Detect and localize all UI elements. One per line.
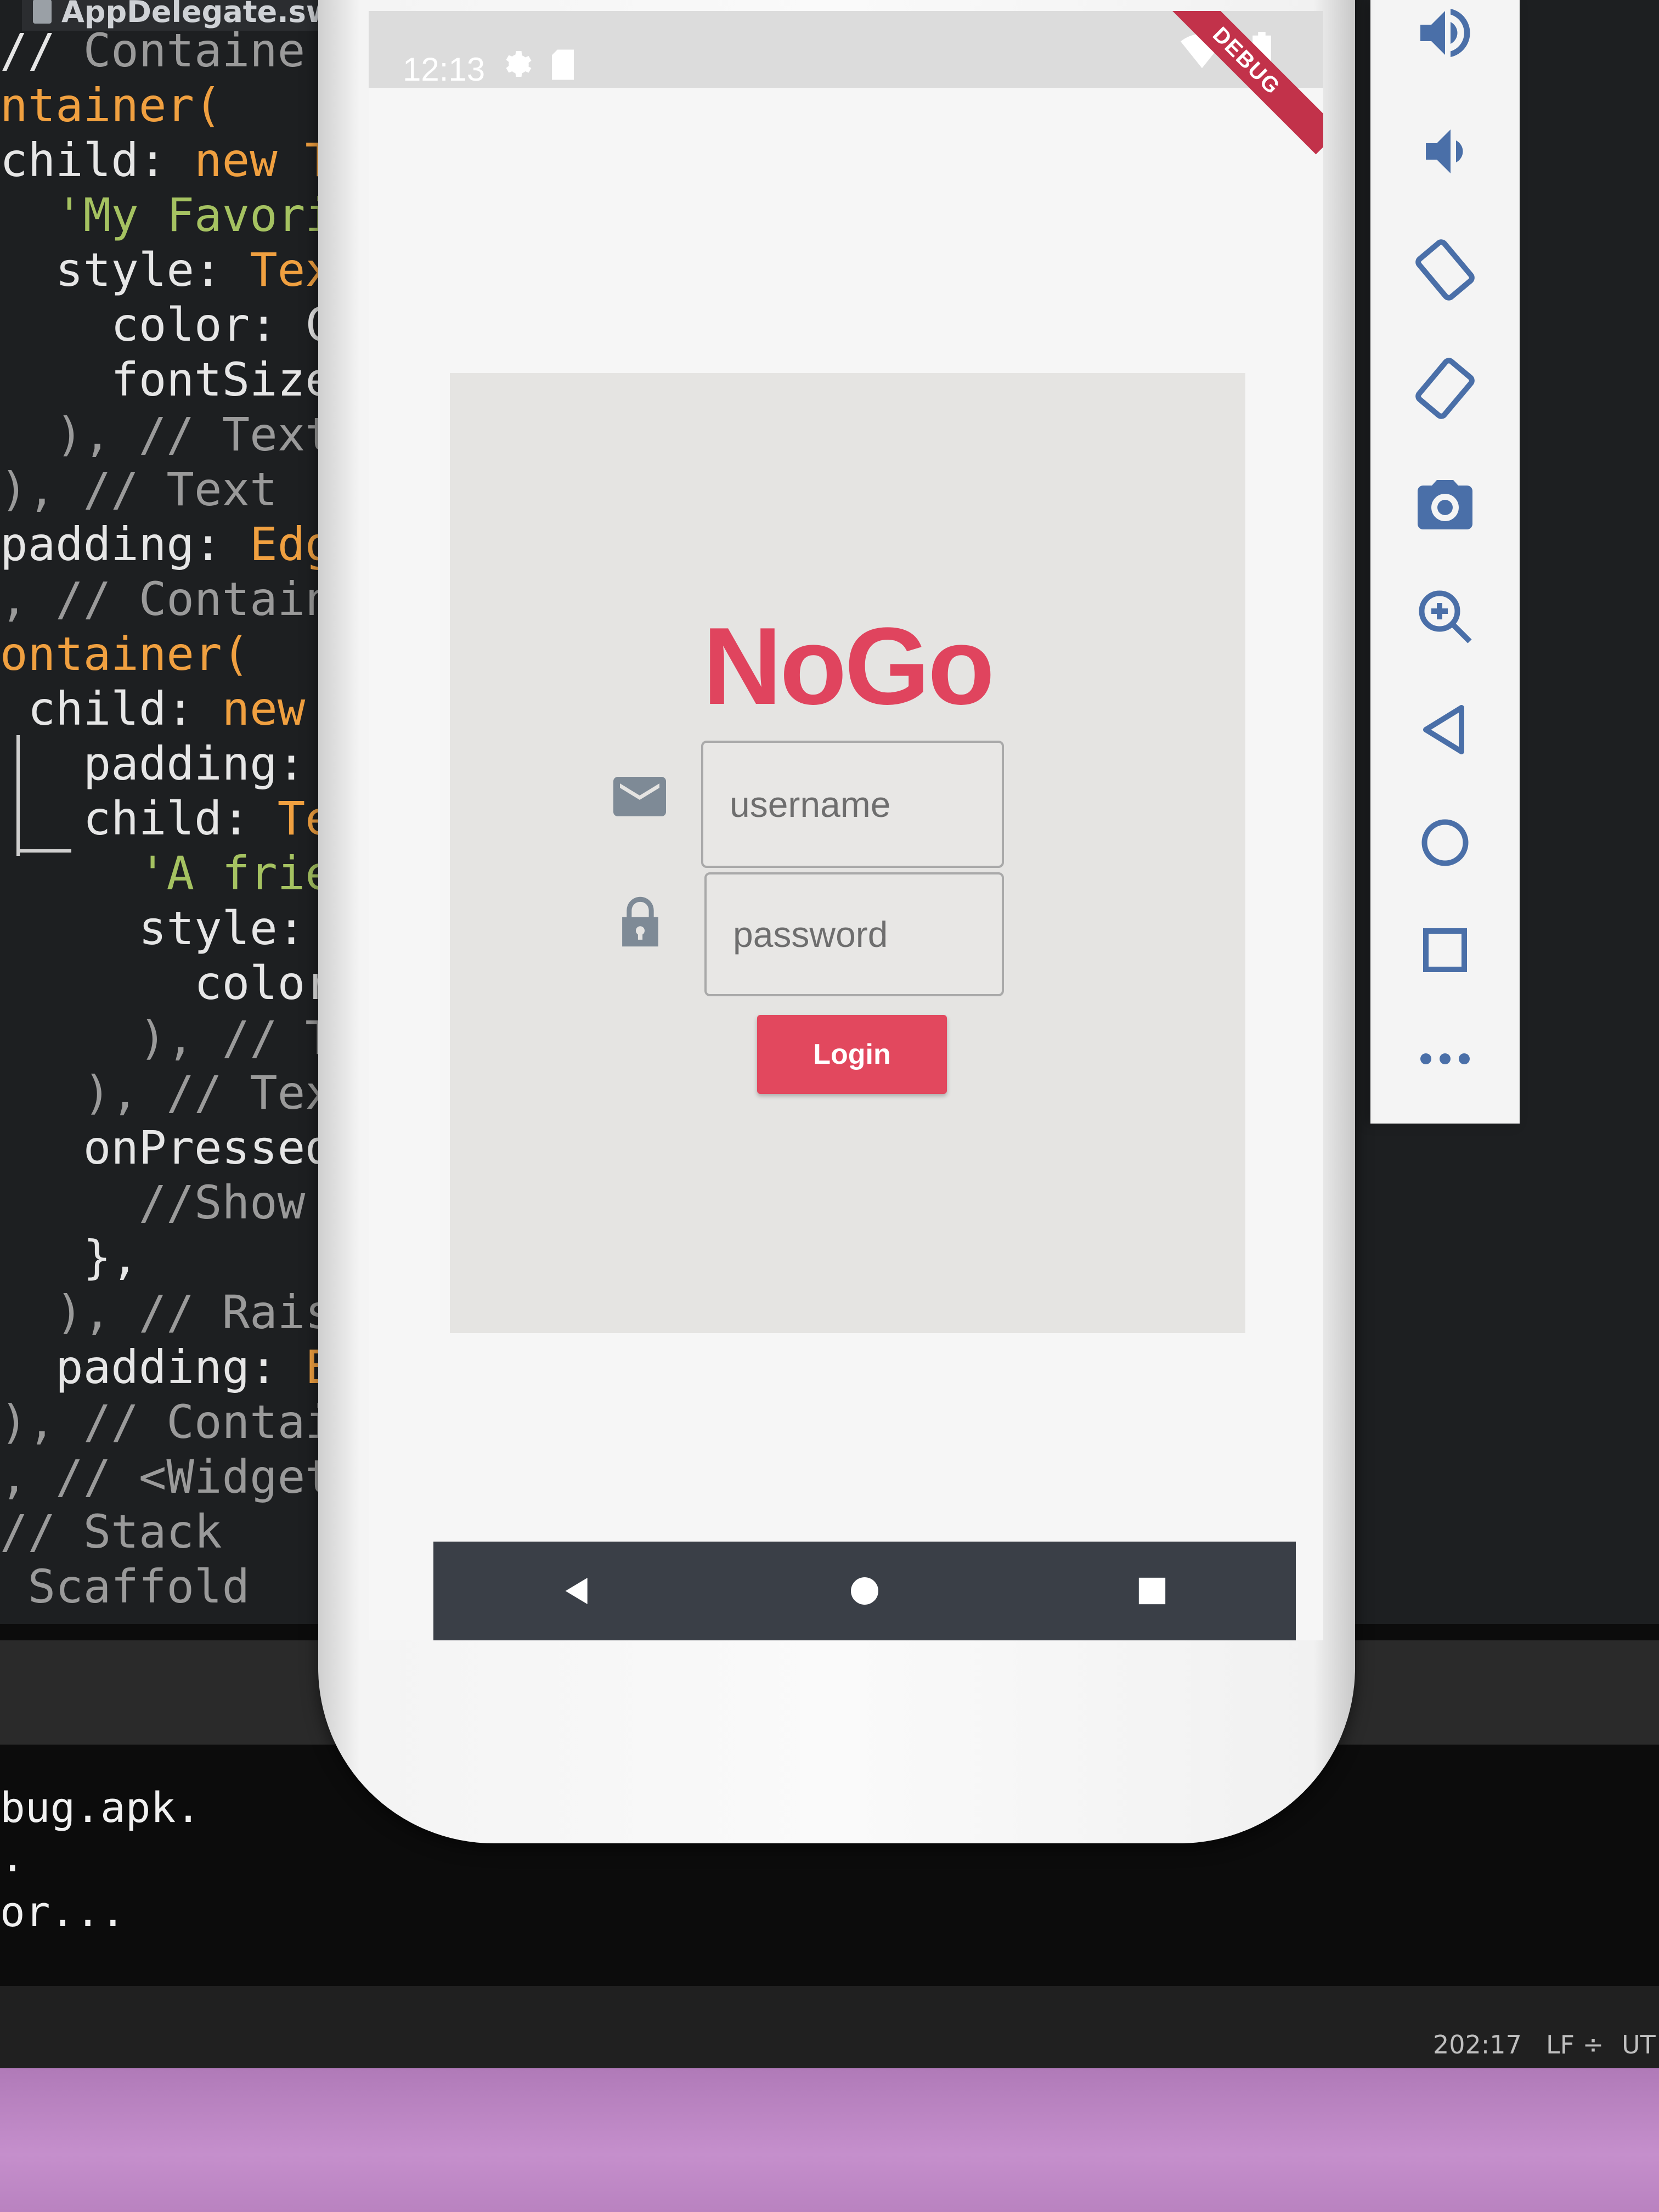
desk-surface bbox=[0, 2068, 1659, 2212]
code-line: Scaffold bbox=[27, 1560, 250, 1613]
indent-guide bbox=[16, 735, 20, 856]
code-line: // Containe bbox=[0, 24, 306, 77]
code-line: ontainer( bbox=[0, 627, 250, 681]
rotate-right-button[interactable] bbox=[1370, 345, 1520, 432]
code-line: fontSize bbox=[111, 353, 333, 407]
code-line: color: bbox=[194, 956, 361, 1010]
code-line: //Show f bbox=[138, 1176, 361, 1229]
volume-up-icon bbox=[1420, 9, 1470, 58]
volume-up-button[interactable] bbox=[1370, 0, 1520, 77]
terminal-line: bug.apk. bbox=[0, 1783, 201, 1832]
status-time: 12:13 bbox=[403, 51, 486, 88]
code-line: color: C bbox=[111, 298, 333, 352]
nav-home-button[interactable] bbox=[843, 1569, 887, 1613]
username-field[interactable] bbox=[701, 741, 1004, 868]
more-dots-icon bbox=[1420, 1053, 1470, 1064]
sd-card-icon bbox=[552, 49, 574, 80]
debug-banner: DEBUG bbox=[1153, 11, 1323, 155]
code-line: style: Tex bbox=[55, 243, 333, 297]
terminal-line: . bbox=[0, 1832, 25, 1881]
terminal-line: or... bbox=[0, 1887, 126, 1936]
camera-icon bbox=[1418, 480, 1472, 529]
lock-icon bbox=[622, 896, 658, 947]
indent-guide-tick bbox=[16, 849, 71, 853]
zoom-in-icon bbox=[1419, 590, 1472, 644]
back-triangle-icon bbox=[565, 1578, 588, 1604]
code-line: ntainer( bbox=[0, 78, 222, 132]
login-button[interactable]: Login bbox=[757, 1015, 947, 1094]
code-line: }, bbox=[83, 1231, 139, 1284]
back-triangle-icon bbox=[1423, 705, 1464, 754]
volume-down-button[interactable] bbox=[1370, 108, 1520, 195]
volume-down-icon bbox=[1426, 129, 1463, 173]
cursor-position[interactable]: 202:17 bbox=[1433, 2030, 1522, 2059]
line-ending[interactable]: LF ÷ bbox=[1546, 2030, 1604, 2059]
code-line: ), // Text bbox=[55, 408, 333, 461]
code-line: ), // Te bbox=[138, 1011, 361, 1065]
emulator-home-button[interactable] bbox=[1370, 799, 1520, 887]
phone-screen: 12:13 DEBUG NoGo Login bbox=[369, 11, 1323, 1640]
home-circle-icon bbox=[1421, 819, 1469, 866]
emulator-toolbar bbox=[1370, 0, 1520, 1124]
settings-gear-icon bbox=[506, 51, 532, 77]
code-line: padding: Edg bbox=[0, 517, 333, 571]
emulator-overview-button[interactable] bbox=[1370, 906, 1520, 994]
code-line: ), // Text bbox=[83, 1066, 361, 1120]
android-nav-bar bbox=[433, 1542, 1296, 1640]
code-line: 'My Favori bbox=[55, 188, 333, 242]
more-options-button[interactable] bbox=[1370, 1015, 1520, 1103]
code-line: , // Containe bbox=[0, 572, 361, 626]
app-title: NoGo bbox=[702, 605, 995, 727]
code-line: style: T bbox=[138, 901, 361, 955]
code-line: child: new R bbox=[27, 682, 361, 736]
file-encoding[interactable]: UT bbox=[1622, 2030, 1656, 2059]
code-line: onPressed: bbox=[83, 1121, 361, 1175]
code-line: // Stack bbox=[0, 1505, 222, 1559]
rotate-left-button[interactable] bbox=[1370, 226, 1520, 314]
code-line: ), // Text bbox=[0, 462, 278, 516]
rotate-right-icon bbox=[1415, 358, 1475, 419]
password-field[interactable] bbox=[704, 872, 1004, 996]
login-card: NoGo Login bbox=[450, 373, 1245, 1333]
nav-overview-button[interactable] bbox=[1130, 1569, 1174, 1613]
zoom-button[interactable] bbox=[1370, 573, 1520, 661]
screenshot-button[interactable] bbox=[1370, 461, 1520, 549]
code-line: child: new T bbox=[0, 133, 333, 187]
code-line: child: Tex bbox=[83, 792, 361, 845]
rotate-left-icon bbox=[1415, 239, 1475, 301]
nav-back-button[interactable] bbox=[555, 1569, 599, 1613]
code-line: 'A frien bbox=[138, 847, 361, 900]
overview-square-icon bbox=[1423, 928, 1467, 972]
file-icon bbox=[33, 0, 52, 24]
code-line: padding: E bbox=[83, 737, 361, 791]
android-status-bar: 12:13 DEBUG bbox=[369, 11, 1323, 155]
emulator-back-button[interactable] bbox=[1370, 686, 1520, 774]
home-circle-icon bbox=[851, 1577, 878, 1605]
overview-square-icon bbox=[1138, 1577, 1166, 1605]
ide-status-bar: 202:17 LF ÷ UT bbox=[0, 1986, 1659, 2068]
email-envelope-icon bbox=[613, 777, 666, 816]
